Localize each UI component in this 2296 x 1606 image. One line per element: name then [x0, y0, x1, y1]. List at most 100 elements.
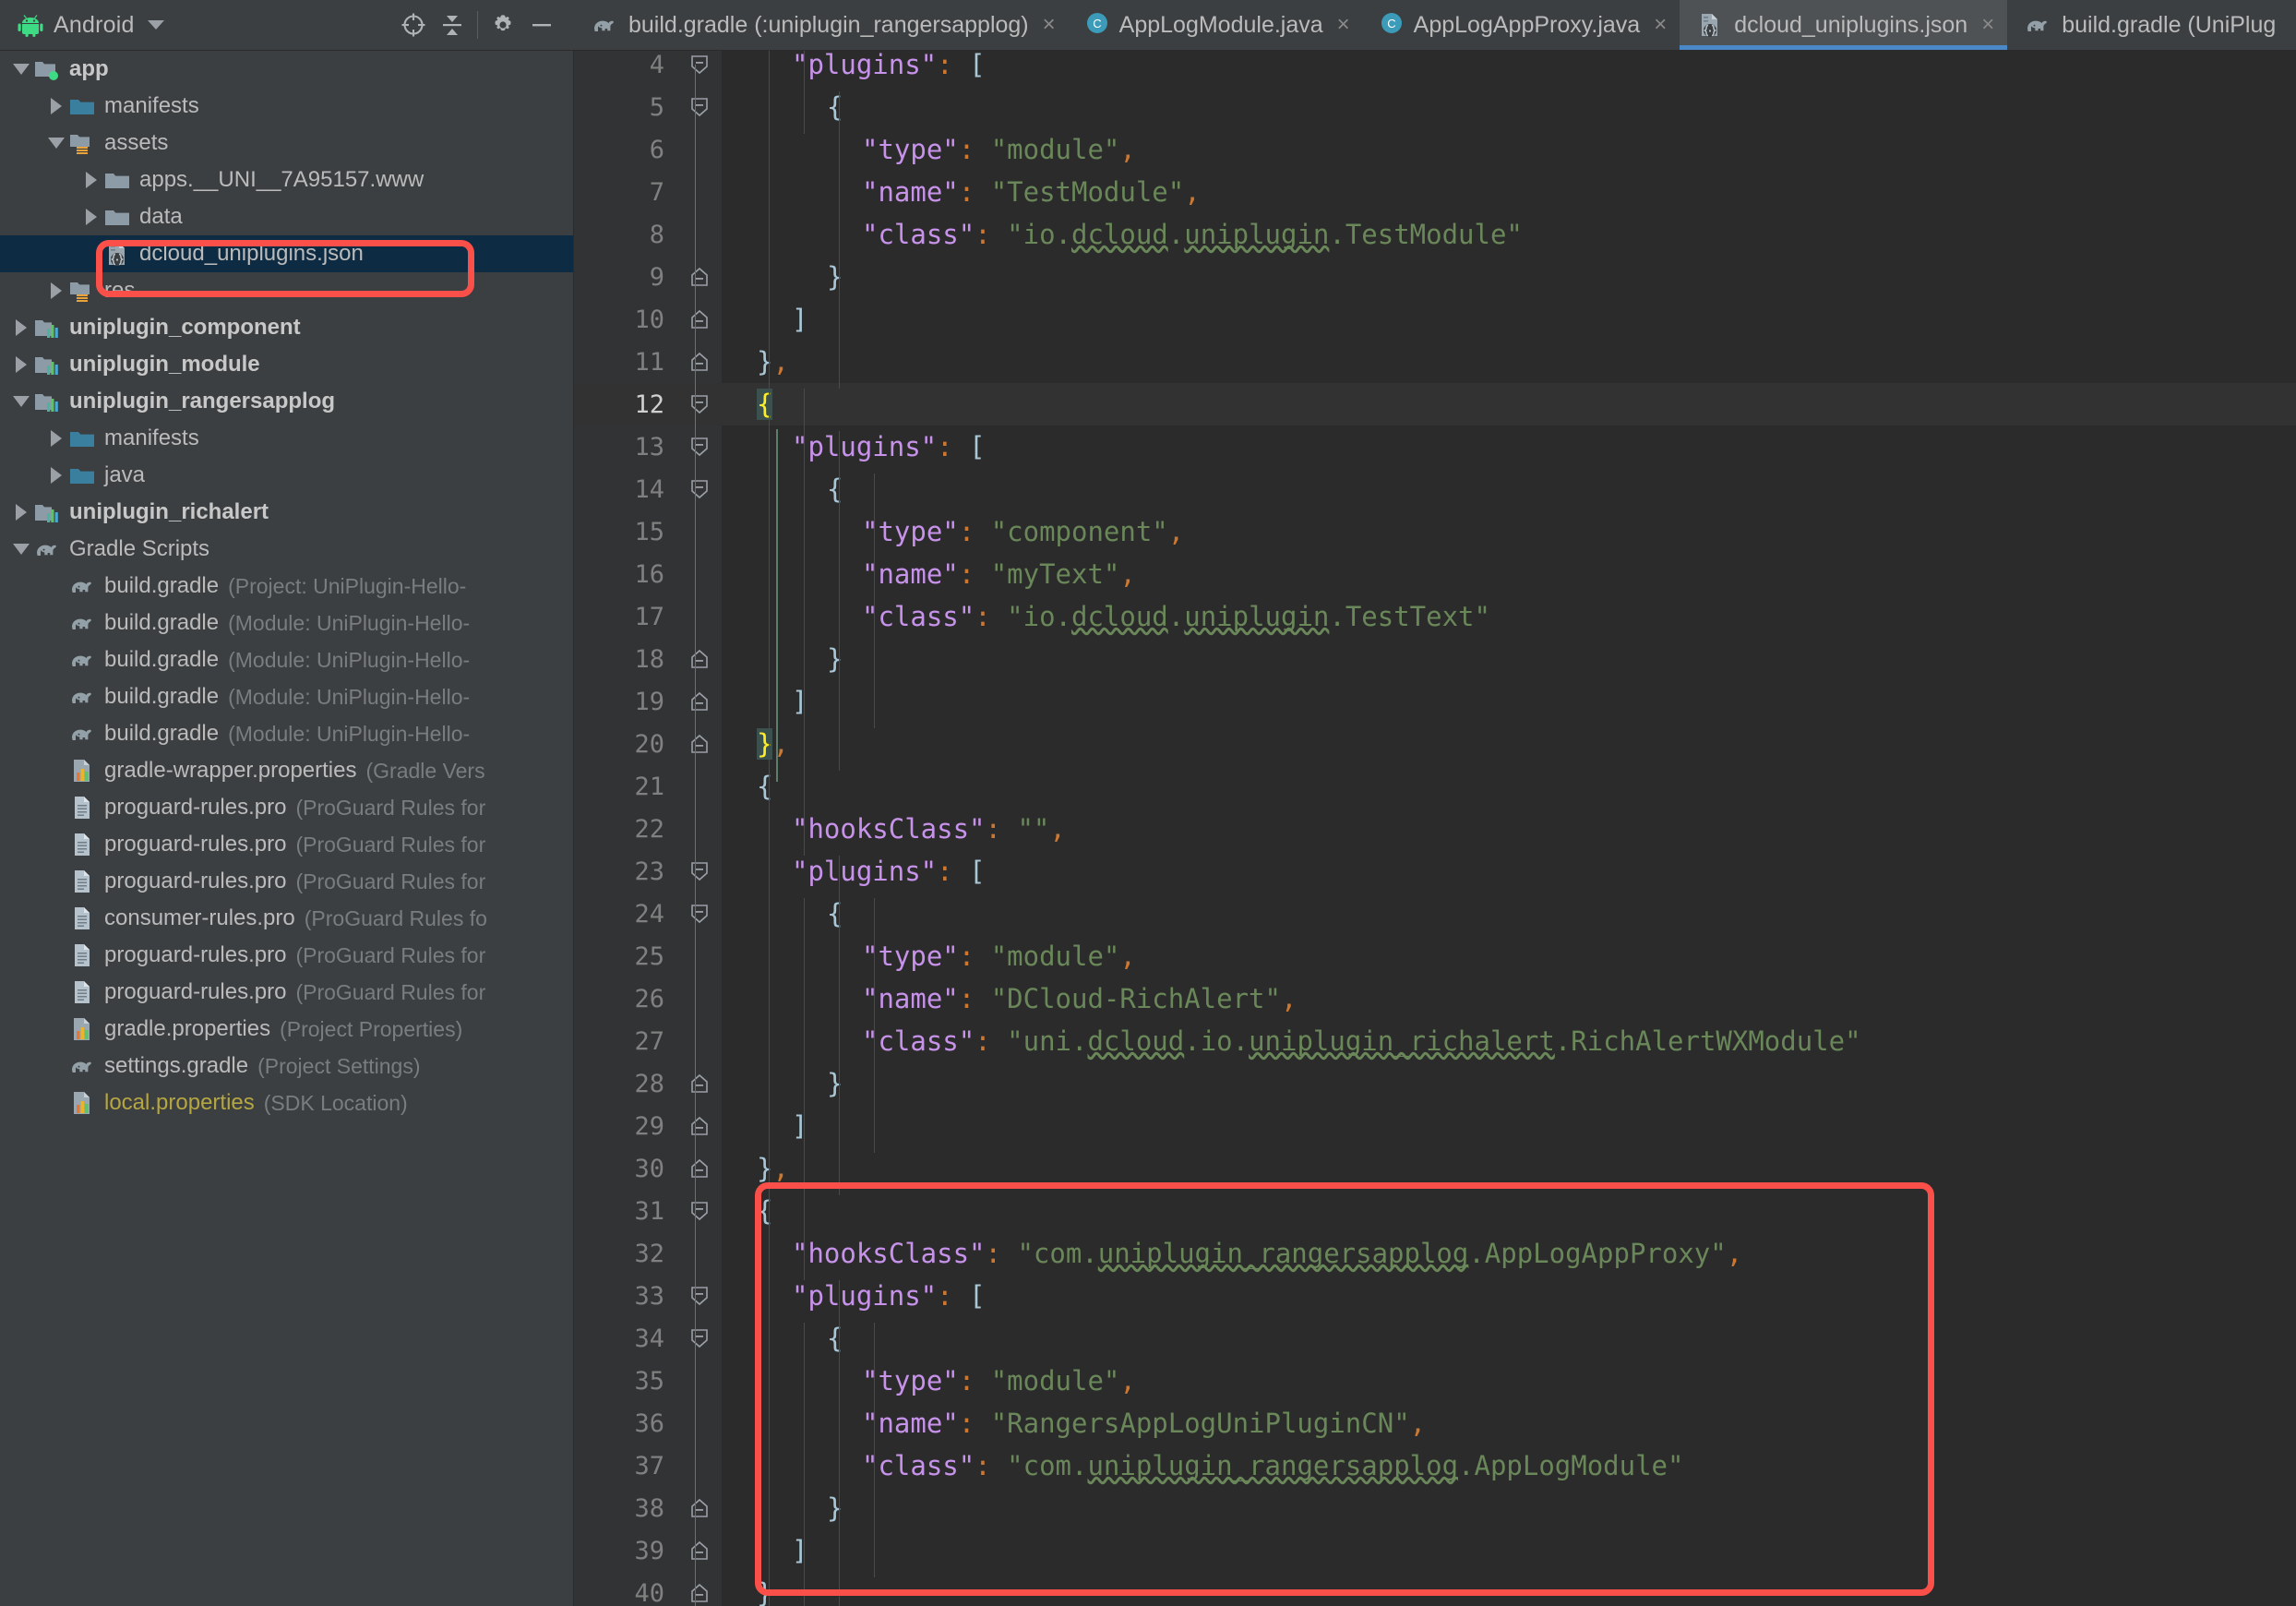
- code-line-17[interactable]: 17 "class": "io.dcloud.uniplugin.TestText…: [574, 595, 2296, 638]
- project-tree[interactable]: app manifests assets apps.__UNI__7A95157.ww…: [0, 51, 574, 1606]
- tree-row-gradle-properties[interactable]: gradle.properties (Project Properties): [0, 1011, 573, 1048]
- fold-end-icon[interactable]: [677, 1070, 722, 1097]
- fold-end-icon[interactable]: [677, 1537, 722, 1564]
- code-line-27[interactable]: 27 "class": "uni.dcloud.io.uniplugin_rich…: [574, 1020, 2296, 1062]
- code-line-20[interactable]: 20},: [574, 723, 2296, 765]
- chevron-right-icon[interactable]: [9, 494, 33, 531]
- fold-collapse-icon[interactable]: [677, 1282, 722, 1310]
- fold-collapse-icon[interactable]: [677, 900, 722, 928]
- fold-end-icon[interactable]: [677, 348, 722, 376]
- code-line-40[interactable]: 40}: [574, 1572, 2296, 1606]
- editor-tab-2[interactable]: C AppLogAppProxy.java ×: [1363, 0, 1680, 50]
- gear-icon[interactable]: [484, 6, 522, 44]
- code-line-35[interactable]: 35 "type": "module",: [574, 1360, 2296, 1402]
- code-line-29[interactable]: 29]: [574, 1105, 2296, 1147]
- code-line-36[interactable]: 36 "name": "RangersAppLogUniPluginCN",: [574, 1402, 2296, 1444]
- chevron-right-icon[interactable]: [79, 162, 103, 198]
- fold-end-icon[interactable]: [677, 1579, 722, 1606]
- tree-row-build-gradle[interactable]: build.gradle (Project: UniPlugin-Hello-: [0, 568, 573, 605]
- code-line-34[interactable]: 34 {: [574, 1317, 2296, 1360]
- fold-end-icon[interactable]: [677, 730, 722, 758]
- code-line-32[interactable]: 32 "hooksClass": "com.uniplugin_rangersap…: [574, 1232, 2296, 1275]
- code-line-12[interactable]: 12 {: [574, 383, 2296, 425]
- tree-row-gradle-wrapper-properties[interactable]: gradle-wrapper.properties (Gradle Vers: [0, 752, 573, 789]
- tree-row-uniplugin-module[interactable]: uniplugin_module: [0, 346, 573, 383]
- tree-row-assets[interactable]: assets: [0, 125, 573, 162]
- close-icon[interactable]: ×: [1650, 14, 1667, 36]
- tree-row-java[interactable]: java: [0, 457, 573, 494]
- editor-tab-0[interactable]: build.gradle (:uniplugin_rangersapplog) ×: [574, 0, 1069, 50]
- close-icon[interactable]: ×: [1333, 14, 1350, 36]
- minimize-icon[interactable]: [522, 6, 561, 44]
- fold-end-icon[interactable]: [677, 1112, 722, 1140]
- tree-row-apps-uni-7a95157-www[interactable]: apps.__UNI__7A95157.www: [0, 162, 573, 198]
- code-line-38[interactable]: 38}: [574, 1487, 2296, 1529]
- code-line-5[interactable]: 5{: [574, 86, 2296, 128]
- code-line-15[interactable]: 15 "type": "component",: [574, 510, 2296, 553]
- tree-row-uniplugin-richalert[interactable]: uniplugin_richalert: [0, 494, 573, 531]
- tree-row-settings-gradle[interactable]: settings.gradle (Project Settings): [0, 1048, 573, 1085]
- chevron-right-icon[interactable]: [44, 88, 68, 125]
- tree-row-proguard-rules-pro[interactable]: proguard-rules.pro (ProGuard Rules for: [0, 826, 573, 863]
- tree-row-build-gradle[interactable]: build.gradle (Module: UniPlugin-Hello-: [0, 678, 573, 715]
- editor-tab-3[interactable]: dcloud_uniplugins.json ×: [1680, 0, 2008, 50]
- fold-collapse-icon[interactable]: [677, 93, 722, 121]
- code-line-31[interactable]: 31 {: [574, 1190, 2296, 1232]
- fold-collapse-icon[interactable]: [677, 475, 722, 503]
- code-line-9[interactable]: 9}: [574, 256, 2296, 298]
- chevron-right-icon[interactable]: [79, 198, 103, 235]
- code-line-24[interactable]: 24 {: [574, 893, 2296, 935]
- fold-collapse-icon[interactable]: [677, 390, 722, 418]
- code-line-39[interactable]: 39]: [574, 1529, 2296, 1572]
- code-editor[interactable]: 4 "plugins": [5{6 "type": "module", 7 "name"…: [574, 51, 2296, 1606]
- fold-end-icon[interactable]: [677, 1494, 722, 1522]
- chevron-down-icon[interactable]: [9, 383, 33, 420]
- code-line-18[interactable]: 18}: [574, 638, 2296, 680]
- code-line-8[interactable]: 8 "class": "io.dcloud.uniplugin.TestModul…: [574, 213, 2296, 256]
- code-line-25[interactable]: 25 "type": "module",: [574, 935, 2296, 977]
- code-line-14[interactable]: 14 {: [574, 468, 2296, 510]
- chevron-right-icon[interactable]: [9, 309, 33, 346]
- tree-row-dcloud-uniplugins-json[interactable]: dcloud_uniplugins.json: [0, 235, 573, 272]
- chevron-right-icon[interactable]: [9, 346, 33, 383]
- close-icon[interactable]: ×: [1039, 14, 1056, 36]
- fold-end-icon[interactable]: [677, 645, 722, 673]
- tree-row-manifests[interactable]: manifests: [0, 420, 573, 457]
- code-line-4[interactable]: 4 "plugins": [: [574, 51, 2296, 86]
- code-line-23[interactable]: 23 "plugins": [: [574, 850, 2296, 893]
- fold-end-icon[interactable]: [677, 688, 722, 715]
- tree-row-uniplugin-component[interactable]: uniplugin_component: [0, 309, 573, 346]
- tree-row-gradle-scripts[interactable]: Gradle Scripts: [0, 531, 573, 568]
- close-icon[interactable]: ×: [1978, 14, 1994, 36]
- tree-row-proguard-rules-pro[interactable]: proguard-rules.pro (ProGuard Rules for: [0, 974, 573, 1011]
- fold-collapse-icon[interactable]: [677, 1324, 722, 1352]
- tree-row-res[interactable]: res: [0, 272, 573, 309]
- chevron-down-icon[interactable]: [9, 51, 33, 88]
- tree-row-data[interactable]: data: [0, 198, 573, 235]
- tree-row-consumer-rules-pro[interactable]: consumer-rules.pro (ProGuard Rules fo: [0, 900, 573, 937]
- chevron-down-icon[interactable]: [44, 125, 68, 162]
- tree-row-uniplugin-rangersapplog[interactable]: uniplugin_rangersapplog: [0, 383, 573, 420]
- code-line-22[interactable]: 22 "hooksClass": "",: [574, 808, 2296, 850]
- chevron-right-icon[interactable]: [44, 420, 68, 457]
- code-line-16[interactable]: 16 "name": "myText",: [574, 553, 2296, 595]
- code-line-30[interactable]: 30},: [574, 1147, 2296, 1190]
- code-line-7[interactable]: 7 "name": "TestModule",: [574, 171, 2296, 213]
- code-line-26[interactable]: 26 "name": "DCloud-RichAlert",: [574, 977, 2296, 1020]
- code-line-10[interactable]: 10]: [574, 298, 2296, 341]
- fold-end-icon[interactable]: [677, 263, 722, 291]
- code-line-13[interactable]: 13 "plugins": [: [574, 425, 2296, 468]
- fold-collapse-icon[interactable]: [677, 857, 722, 885]
- tree-row-build-gradle[interactable]: build.gradle (Module: UniPlugin-Hello-: [0, 715, 573, 752]
- fold-end-icon[interactable]: [677, 1155, 722, 1182]
- fold-collapse-icon[interactable]: [677, 51, 722, 78]
- editor-tab-1[interactable]: C AppLogModule.java ×: [1069, 0, 1363, 50]
- chevron-down-icon[interactable]: [9, 531, 33, 568]
- code-line-19[interactable]: 19]: [574, 680, 2296, 723]
- fold-end-icon[interactable]: [677, 306, 722, 333]
- tree-row-proguard-rules-pro[interactable]: proguard-rules.pro (ProGuard Rules for: [0, 789, 573, 826]
- fold-collapse-icon[interactable]: [677, 1197, 722, 1225]
- code-line-6[interactable]: 6 "type": "module",: [574, 128, 2296, 171]
- code-line-11[interactable]: 11},: [574, 341, 2296, 383]
- tree-row-build-gradle[interactable]: build.gradle (Module: UniPlugin-Hello-: [0, 641, 573, 678]
